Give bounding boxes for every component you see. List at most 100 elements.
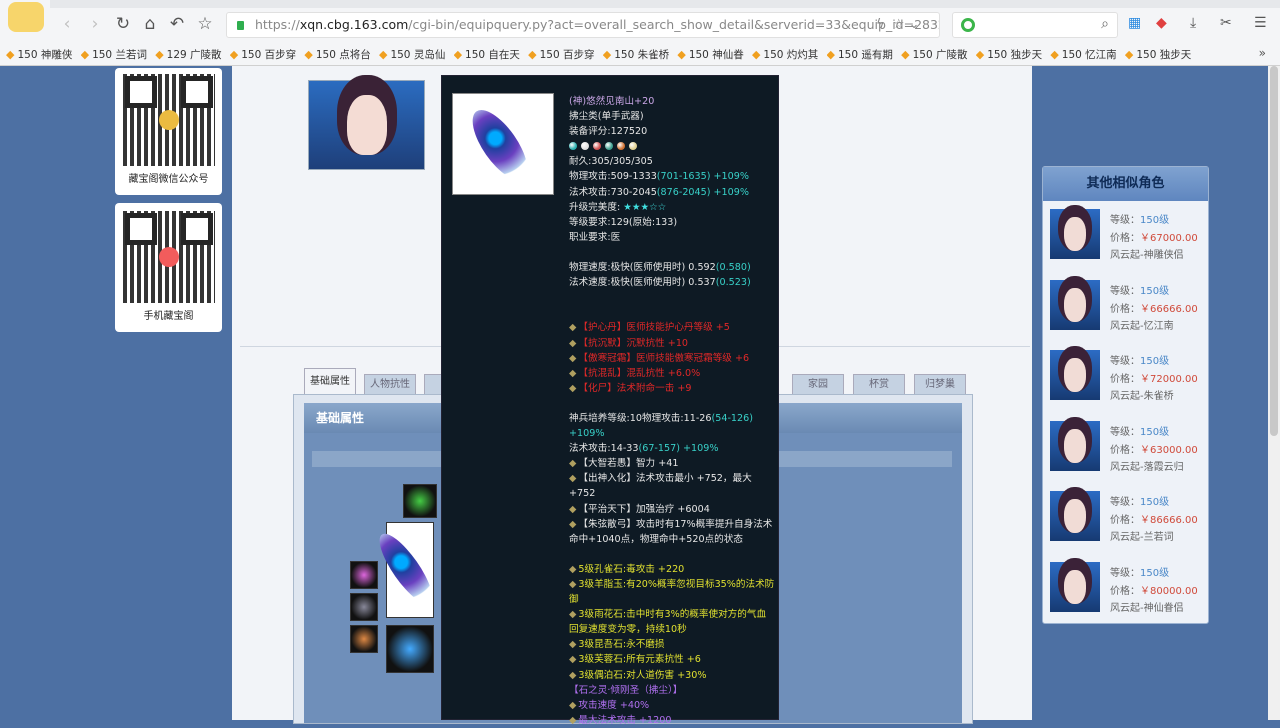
bookmark-item[interactable]: ◆ 150 独步天	[976, 47, 1051, 62]
lightning-icon[interactable]: ϟ	[876, 17, 885, 32]
search-engine-icon	[961, 18, 975, 32]
search-box[interactable]: ⌕	[952, 12, 1118, 38]
bookmark-item[interactable]: ◆ 150 广陵散	[901, 47, 976, 62]
tooltip-line: 职业要求:医	[569, 230, 775, 245]
similar-role-item[interactable]: 等级：150级 价格：￥72000.00 风云起-朱雀桥	[1050, 350, 1205, 405]
tab-resistance[interactable]: 人物抗性	[364, 374, 416, 396]
equipment-slot[interactable]	[403, 484, 437, 518]
bookmark-item[interactable]: ◆ 150 百步穿	[528, 47, 603, 62]
role-avatar[interactable]	[1050, 350, 1100, 400]
tooltip-line: ◆ 【抗沉默】沉默抗性 +10	[569, 336, 775, 351]
scrollbar-thumb[interactable]	[1270, 66, 1278, 436]
scissors-icon[interactable]: ✂	[1220, 15, 1232, 31]
item-image	[452, 93, 554, 195]
back-button[interactable]: ‹	[56, 14, 78, 34]
user-avatar[interactable]	[8, 2, 44, 32]
price-label: 价格：	[1110, 585, 1140, 597]
equipment-slot-weapon[interactable]	[371, 522, 441, 618]
similar-role-item[interactable]: 等级：150级 价格：￥80000.00 风云起-神仙眷侣	[1050, 561, 1205, 617]
role-name[interactable]: 风云起-落霞云归	[1110, 458, 1184, 473]
bookmark-item[interactable]: ◆ 150 忆江南	[1050, 47, 1125, 62]
price-value: ￥66666.00	[1140, 303, 1198, 315]
tooltip-line: 耐久:305/305/305	[569, 154, 775, 169]
role-name[interactable]: 风云起-神仙眷侣	[1110, 599, 1184, 614]
chevron-down-icon[interactable]: ⌄	[909, 17, 920, 32]
qr-label: 手机藏宝阁	[143, 311, 194, 322]
equipment-slot[interactable]	[350, 593, 378, 621]
apps-icon[interactable]: ▦	[1128, 15, 1141, 31]
star-icon[interactable]: ☆	[893, 17, 905, 32]
bookmark-icon: ◆	[304, 47, 313, 61]
bookmark-item[interactable]: ◆ 150 点将台	[304, 47, 379, 62]
similar-role-item[interactable]: 等级：150级价格：￥63000.00 风云起-落霞云归	[1050, 420, 1205, 476]
tab-strip[interactable]	[50, 0, 1280, 8]
bookmark-label: 150 广陵散	[912, 48, 968, 61]
role-avatar[interactable]	[1050, 279, 1100, 330]
bookmark-item[interactable]: ◆ 150 灵岛仙	[379, 47, 454, 62]
tooltip-text: ★★★☆☆	[623, 201, 667, 213]
bookmark-item[interactable]: ◆ 129 广陵散	[155, 47, 230, 62]
forward-button[interactable]: ›	[84, 14, 106, 34]
tooltip-text: 3级偶泊石:对人道伤害 +30%	[578, 669, 707, 681]
equipment-slot[interactable]	[350, 561, 378, 589]
role-avatar[interactable]	[1050, 420, 1100, 471]
role-name[interactable]: 风云起-忆江南	[1110, 317, 1174, 332]
bookmark-item[interactable]: ◆ 150 独步天	[1125, 47, 1200, 62]
bookmarks-more-button[interactable]: »	[1259, 46, 1266, 60]
level-value: 150级	[1140, 426, 1170, 438]
role-price: 价格：￥63000.00	[1110, 441, 1198, 456]
tab-dream[interactable]: 归梦巢	[914, 374, 966, 396]
scrollbar[interactable]	[1268, 66, 1280, 720]
role-name[interactable]: 风云起-兰若词	[1110, 528, 1174, 543]
qr-code	[122, 211, 215, 303]
bookmark-item[interactable]: ◆ 150 灼灼其	[752, 47, 827, 62]
bookmark-item[interactable]: ◆ 150 朱雀桥	[603, 47, 678, 62]
reload-button[interactable]: ↻	[112, 14, 134, 34]
tooltip-line: 法术攻击:730-2045(876-2045) +109%	[569, 185, 775, 200]
tooltip-text: 5级孔雀石:毒攻击 +220	[578, 563, 685, 575]
role-name[interactable]: 风云起-朱雀桥	[1110, 387, 1174, 402]
price-value: ￥72000.00	[1140, 374, 1198, 385]
bookmark-item[interactable]: ◆ 150 遥有期	[827, 47, 902, 62]
price-label: 价格：	[1110, 374, 1140, 385]
role-level: 等级：150级	[1110, 423, 1169, 438]
bookmark-item[interactable]: ◆ 150 神雕侠	[6, 47, 81, 62]
role-avatar[interactable]	[1050, 209, 1100, 259]
bullet-icon: ◆	[569, 367, 577, 379]
tab-home[interactable]: 家园	[792, 374, 844, 396]
tooltip-text: 【护心丹】医师技能护心丹等级 +5	[578, 322, 730, 334]
undo-close-button[interactable]: ↶	[166, 14, 188, 34]
level-label: 等级：	[1110, 285, 1140, 297]
role-avatar[interactable]	[1050, 561, 1100, 612]
bookmark-item[interactable]: ◆ 150 兰若词	[81, 47, 156, 62]
bullet-icon: ◆	[569, 352, 577, 364]
url-actions[interactable]: ϟ ☆ ⌄	[876, 17, 920, 32]
menu-icon[interactable]: ☰	[1254, 15, 1267, 31]
similar-role-item[interactable]: 等级：150级 价格：￥67000.00 风云起-神雕侠侣	[1050, 209, 1205, 264]
level-label: 等级：	[1110, 497, 1140, 508]
bookmark-item[interactable]: ◆ 150 自在天	[454, 47, 529, 62]
address-bar[interactable]: https://xqn.cbg.163.com/cgi-bin/equipque…	[226, 12, 940, 38]
similar-role-item[interactable]: 等级：150级 价格：￥86666.00 风云起-兰若词	[1050, 491, 1205, 546]
character-portrait	[308, 80, 425, 170]
level-value: 150级	[1140, 356, 1170, 367]
equipment-slot[interactable]	[386, 625, 434, 673]
home-button[interactable]: ⌂	[139, 14, 161, 34]
tooltip-text: 3级芙蓉石:所有元素抗性 +6	[578, 654, 701, 666]
bookmark-item[interactable]: ◆ 150 百步穿	[230, 47, 305, 62]
role-name[interactable]: 风云起-神雕侠侣	[1110, 246, 1184, 261]
bookmark-star-button[interactable]: ☆	[194, 14, 216, 34]
tab-cup[interactable]: 杯赏	[853, 374, 905, 396]
tooltip-text: 3级昆吾石:永不磨损	[578, 639, 665, 651]
tooltip-text: 耐久:305/305/305	[569, 156, 653, 168]
gem-icon	[629, 142, 637, 151]
bullet-icon: ◆	[569, 337, 577, 349]
download-icon[interactable]: ⤓	[1190, 15, 1196, 31]
search-icon[interactable]: ⌕	[1101, 16, 1109, 32]
bookmark-item[interactable]: ◆ 150 神仙眷	[677, 47, 752, 62]
equipment-slot[interactable]	[350, 625, 378, 653]
tab-basic[interactable]: 基础属性	[304, 368, 356, 396]
similar-role-item[interactable]: 等级：150级 价格：￥66666.00 风云起-忆江南	[1050, 279, 1205, 335]
role-avatar[interactable]	[1050, 491, 1100, 541]
game-icon[interactable]: ◆	[1156, 15, 1167, 31]
